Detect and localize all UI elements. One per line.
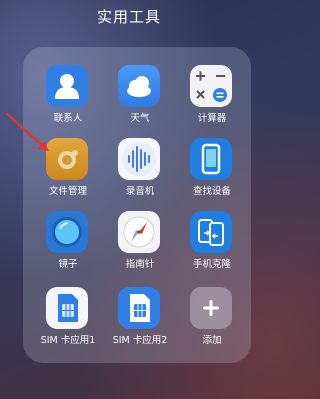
red-arrow-annotation-icon [5, 112, 49, 151]
